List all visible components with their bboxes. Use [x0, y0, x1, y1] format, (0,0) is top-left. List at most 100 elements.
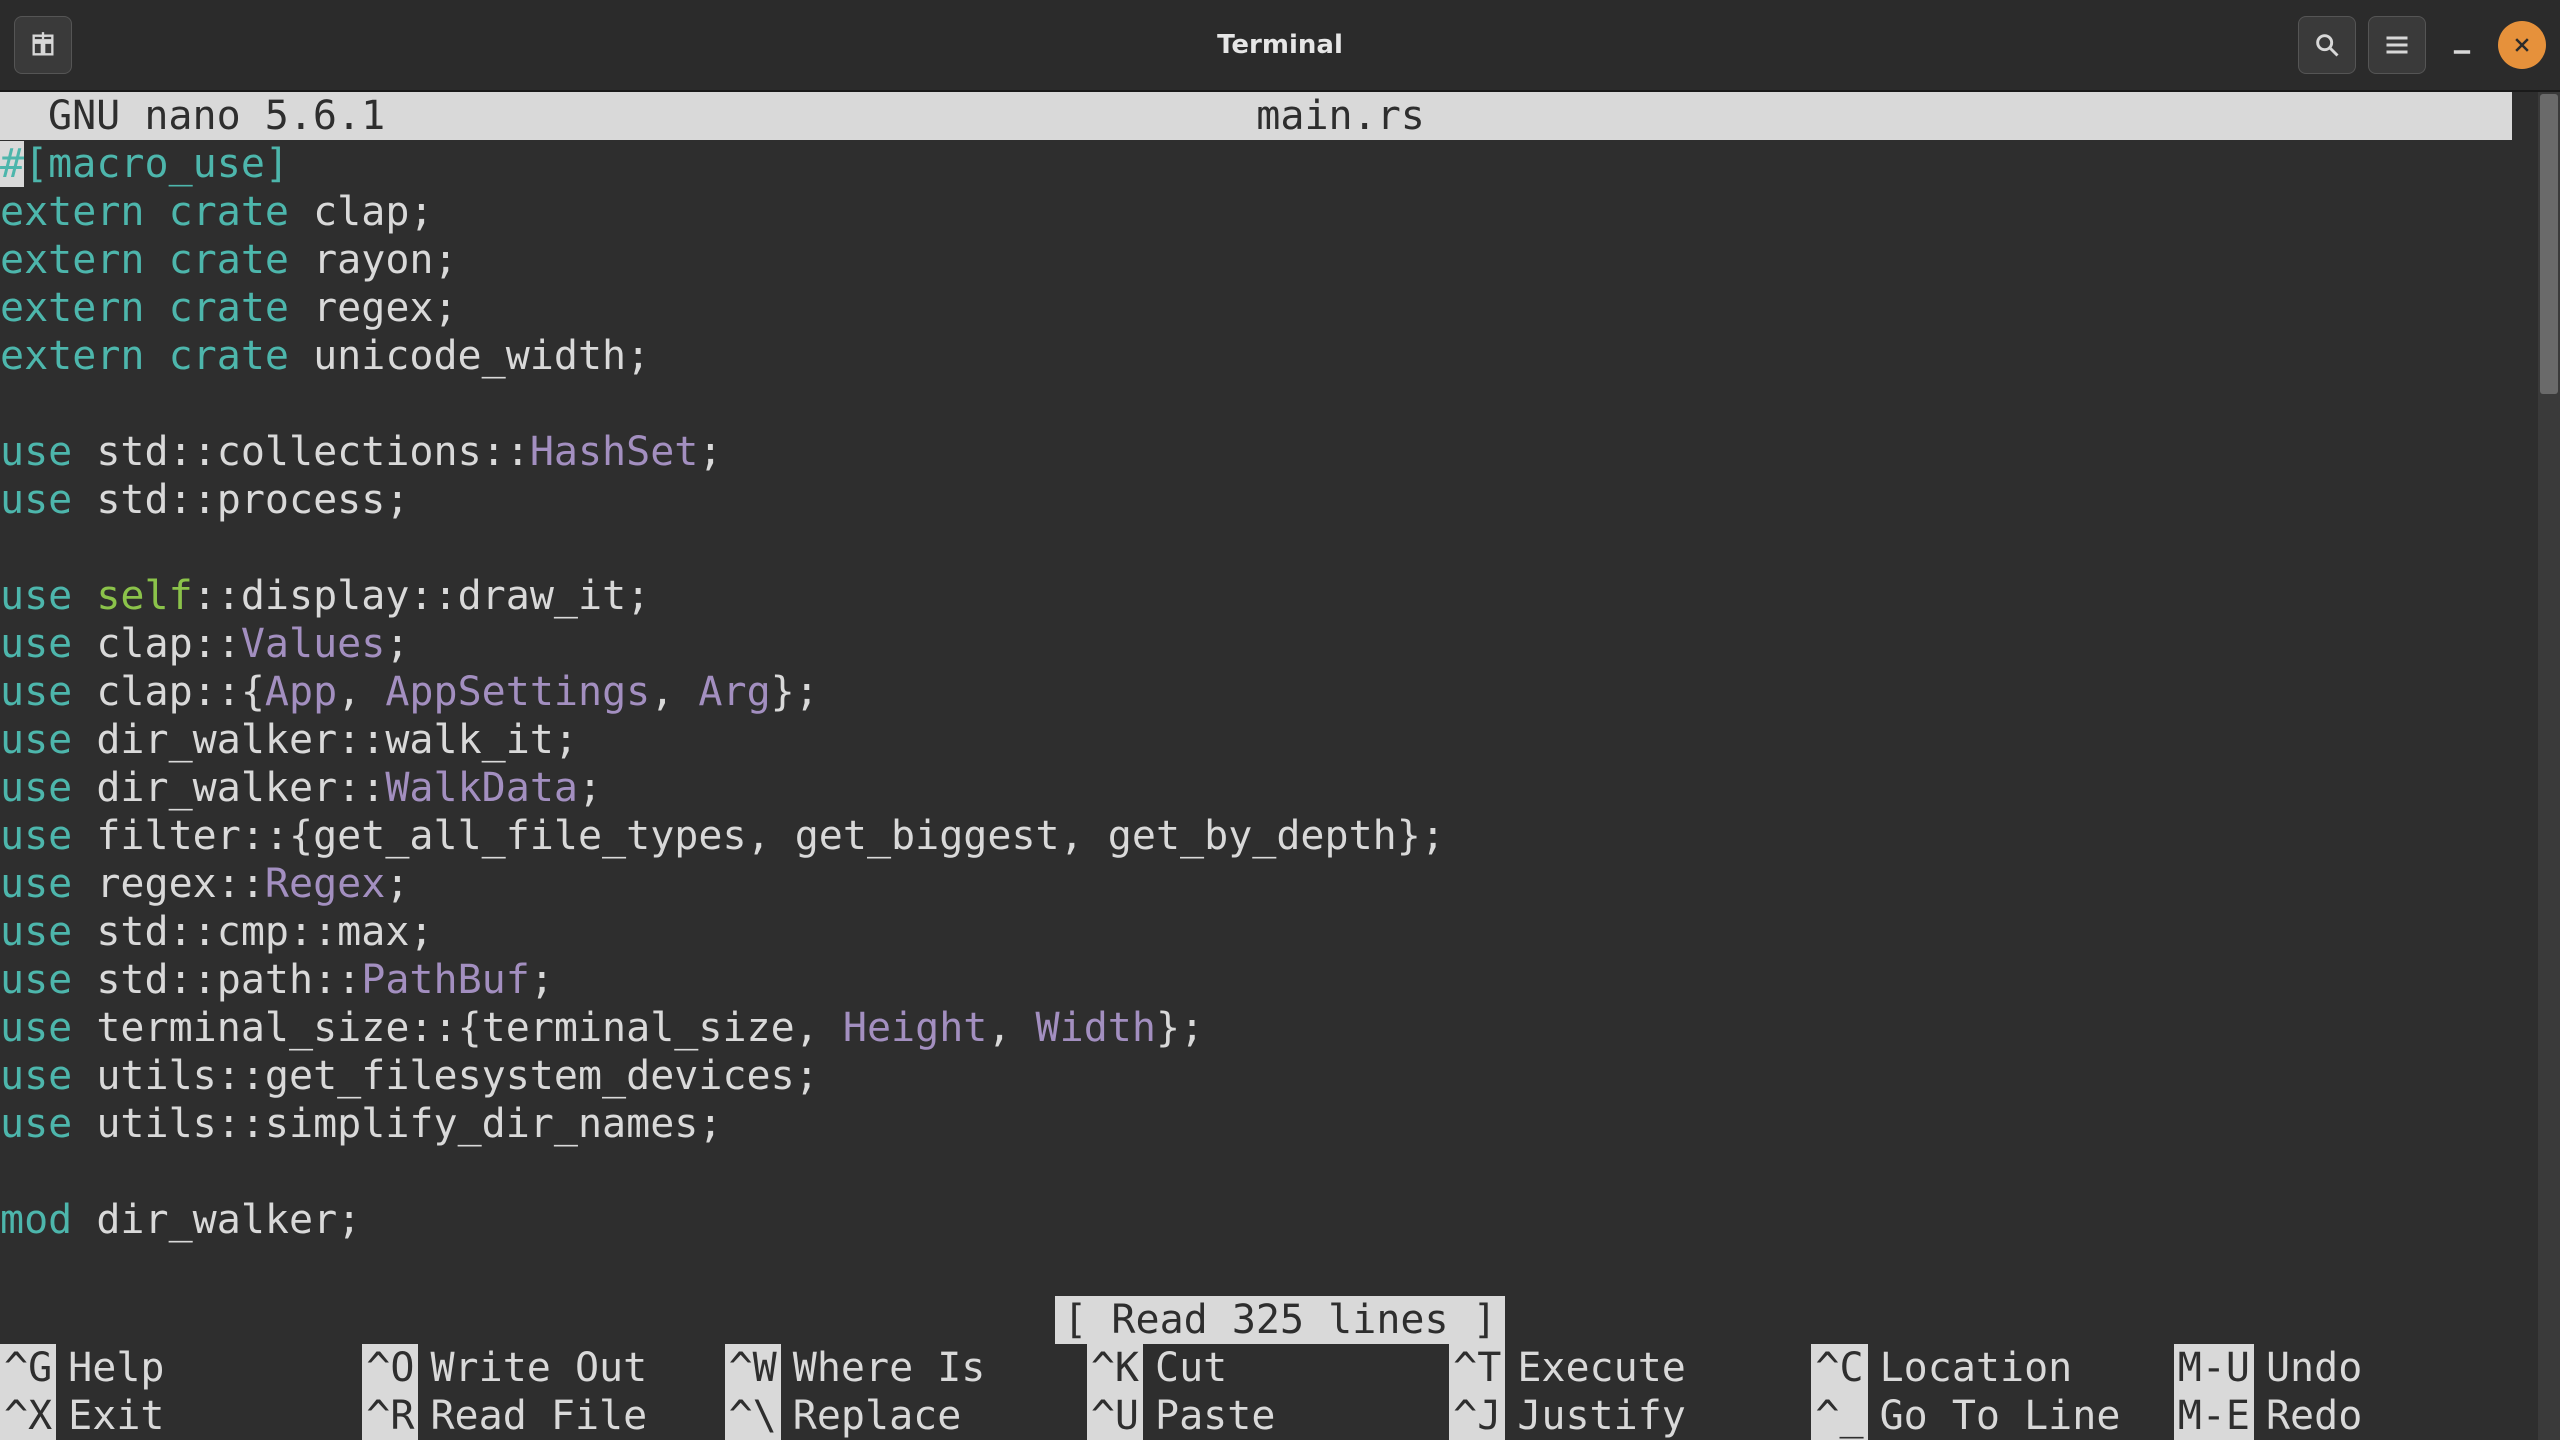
- code-line: use clap::Values;: [0, 620, 2536, 668]
- shortcut-key: ^C: [1811, 1344, 1867, 1392]
- code-line: use dir_walker::walk_it;: [0, 716, 2536, 764]
- code-line: use clap::{App, AppSettings, Arg};: [0, 668, 2536, 716]
- nano-filename: main.rs: [1256, 92, 1625, 140]
- code-token: clap::{: [72, 669, 265, 715]
- code-token: dir_walker::: [72, 765, 385, 811]
- terminal-window: Terminal GNU nano 5.6.1 main.rs #[macro_…: [0, 0, 2560, 1440]
- shortcut-key: ^K: [1087, 1344, 1143, 1392]
- code-token: utils::get_filesystem_devices;: [72, 1053, 819, 1099]
- code-token: [72, 573, 96, 619]
- code-token: App: [265, 669, 337, 715]
- code-token: utils::simplify_dir_names;: [72, 1101, 722, 1147]
- code-line: use terminal_size::{terminal_size, Heigh…: [0, 1004, 2536, 1052]
- scrollbar[interactable]: [2538, 92, 2560, 1440]
- nano-status-line: [ Read 325 lines ]: [0, 1296, 2560, 1344]
- shortcut-item: ^UPaste: [1087, 1392, 1449, 1440]
- code-token: self: [96, 573, 192, 619]
- nano-shortcuts: ^GHelp^OWrite Out^WWhere Is^KCut^TExecut…: [0, 1344, 2536, 1440]
- shortcut-item: ^\Replace: [725, 1392, 1087, 1440]
- close-button[interactable]: [2498, 21, 2546, 69]
- shortcut-label: Replace: [793, 1392, 962, 1440]
- code-token: use: [0, 1005, 72, 1051]
- code-token: ;: [698, 429, 722, 475]
- shortcut-label: Where Is: [793, 1344, 986, 1392]
- code-line: use std::path::PathBuf;: [0, 956, 2536, 1004]
- shortcut-key: ^X: [0, 1392, 56, 1440]
- code-token: use: [0, 909, 72, 955]
- shortcut-item: M-ERedo: [2174, 1392, 2536, 1440]
- editor-area[interactable]: #[macro_use]extern crate clap;extern cra…: [0, 140, 2536, 1244]
- shortcut-key: ^W: [725, 1344, 781, 1392]
- shortcut-label: Write Out: [430, 1344, 647, 1392]
- code-token: PathBuf: [361, 957, 530, 1003]
- new-tab-button[interactable]: [14, 16, 72, 74]
- shortcut-item: ^JJustify: [1449, 1392, 1811, 1440]
- code-token: dir_walker;: [72, 1197, 361, 1243]
- minimize-button[interactable]: [2438, 21, 2486, 69]
- search-button[interactable]: [2298, 16, 2356, 74]
- code-token: rayon;: [289, 237, 458, 283]
- code-token: Values: [241, 621, 386, 667]
- code-token: std::cmp::max;: [72, 909, 433, 955]
- code-line: extern crate clap;: [0, 188, 2536, 236]
- code-token: extern crate: [0, 333, 289, 379]
- code-token: ;: [385, 861, 409, 907]
- code-token: ,: [987, 1005, 1035, 1051]
- code-token: use: [0, 765, 72, 811]
- shortcut-label: Go To Line: [1880, 1392, 2121, 1440]
- code-token: ;: [578, 765, 602, 811]
- shortcut-key: ^T: [1449, 1344, 1505, 1392]
- code-token: clap;: [289, 189, 434, 235]
- shortcut-key: ^J: [1449, 1392, 1505, 1440]
- shortcut-item: ^_Go To Line: [1811, 1392, 2173, 1440]
- shortcut-item: ^TExecute: [1449, 1344, 1811, 1392]
- code-token: use: [0, 813, 72, 859]
- shortcut-label: Justify: [1517, 1392, 1686, 1440]
- nano-status-text: [ Read 325 lines ]: [1055, 1296, 1504, 1344]
- code-token: terminal_size::{terminal_size,: [72, 1005, 843, 1051]
- shortcut-key: M-U: [2174, 1344, 2254, 1392]
- shortcut-key: ^U: [1087, 1392, 1143, 1440]
- shortcut-label: Help: [68, 1344, 164, 1392]
- code-token: #: [0, 141, 24, 187]
- code-token: filter::{get_all_file_types, get_biggest…: [72, 813, 1445, 859]
- shortcut-label: Cut: [1155, 1344, 1227, 1392]
- code-token: use: [0, 477, 72, 523]
- code-line: use utils::get_filesystem_devices;: [0, 1052, 2536, 1100]
- shortcut-item: ^KCut: [1087, 1344, 1449, 1392]
- code-token: Regex: [265, 861, 385, 907]
- code-token: regex;: [289, 285, 458, 331]
- terminal-content[interactable]: GNU nano 5.6.1 main.rs #[macro_use]exter…: [0, 92, 2560, 1440]
- code-token: ::display::draw_it;: [193, 573, 651, 619]
- code-token: ;: [385, 621, 409, 667]
- code-line: mod dir_walker;: [0, 1196, 2536, 1244]
- nano-app-name: GNU nano 5.6.1: [48, 92, 385, 140]
- scrollbar-thumb[interactable]: [2540, 94, 2558, 394]
- code-line: extern crate rayon;: [0, 236, 2536, 284]
- code-token: std::path::: [72, 957, 361, 1003]
- code-token: Width: [1036, 1005, 1156, 1051]
- code-token: use: [0, 573, 72, 619]
- shortcut-item: ^RRead File: [362, 1392, 724, 1440]
- code-line: use utils::simplify_dir_names;: [0, 1100, 2536, 1148]
- hamburger-menu-button[interactable]: [2368, 16, 2426, 74]
- code-line: use filter::{get_all_file_types, get_big…: [0, 812, 2536, 860]
- code-line: extern crate unicode_width;: [0, 332, 2536, 380]
- code-token: };: [771, 669, 819, 715]
- code-token: extern crate: [0, 189, 289, 235]
- code-token: clap::: [72, 621, 241, 667]
- code-token: Height: [843, 1005, 988, 1051]
- shortcut-label: Location: [1880, 1344, 2073, 1392]
- code-line: use self::display::draw_it;: [0, 572, 2536, 620]
- code-line: [0, 524, 2536, 572]
- shortcut-label: Redo: [2266, 1392, 2362, 1440]
- shortcut-label: Exit: [68, 1392, 164, 1440]
- code-token: mod: [0, 1197, 72, 1243]
- code-token: HashSet: [530, 429, 699, 475]
- titlebar: Terminal: [0, 0, 2560, 92]
- shortcut-key: ^R: [362, 1392, 418, 1440]
- code-line: use std::process;: [0, 476, 2536, 524]
- code-token: regex::: [72, 861, 265, 907]
- code-line: use dir_walker::WalkData;: [0, 764, 2536, 812]
- shortcut-item: M-UUndo: [2174, 1344, 2536, 1392]
